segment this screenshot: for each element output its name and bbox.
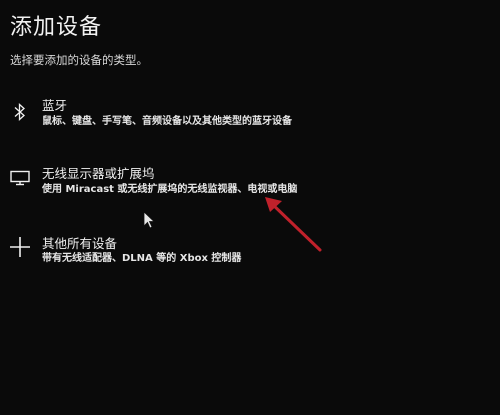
page-title: 添加设备 bbox=[10, 15, 103, 40]
mouse-pointer-icon bbox=[143, 211, 155, 229]
plus-icon bbox=[6, 233, 34, 261]
add-wireless-display-option[interactable]: 无线显示器或扩展坞 使用 Miracast 或无线扩展坞的无线监视器、电视或电脑 bbox=[0, 160, 440, 206]
monitor-icon bbox=[6, 164, 34, 192]
annotation-arrow-icon bbox=[265, 197, 322, 252]
bluetooth-icon bbox=[6, 98, 34, 126]
page-subtitle: 选择要添加的设备的类型。 bbox=[10, 53, 148, 67]
other-device-option-description: 带有无线适配器、DLNA 等的 Xbox 控制器 bbox=[42, 253, 242, 264]
add-bluetooth-device-option[interactable]: 蓝牙 鼠标、键盘、手写笔、音频设备以及其他类型的蓝牙设备 bbox=[0, 92, 440, 138]
add-other-device-option[interactable]: 其他所有设备 带有无线适配器、DLNA 等的 Xbox 控制器 bbox=[0, 230, 440, 276]
bluetooth-option-description: 鼠标、键盘、手写笔、音频设备以及其他类型的蓝牙设备 bbox=[42, 116, 292, 127]
wireless-display-option-description: 使用 Miracast 或无线扩展坞的无线监视器、电视或电脑 bbox=[42, 184, 298, 195]
